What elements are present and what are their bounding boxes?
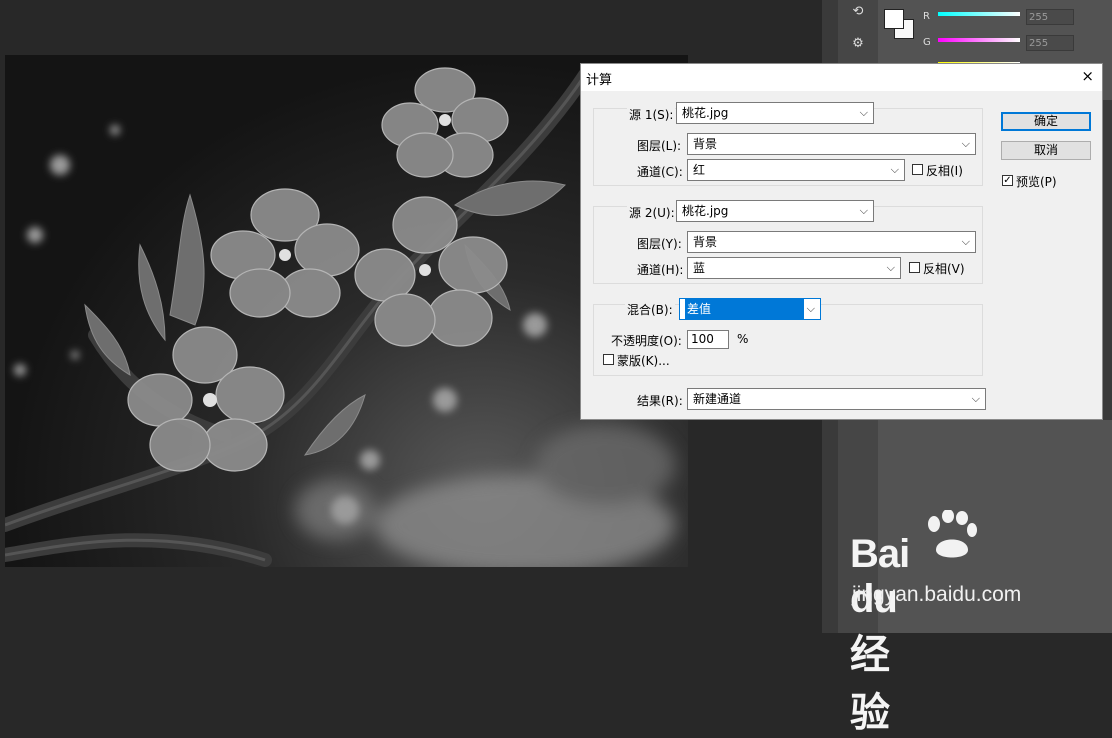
history-icon[interactable]: ⟲	[842, 0, 874, 24]
green-value-field[interactable]: 255	[1026, 35, 1074, 51]
watermark-logo-text: Bai du 经验	[850, 532, 910, 735]
chevron-down-icon: ⌵	[806, 302, 815, 315]
source1-invert-label: 反相(I)	[926, 164, 963, 178]
source2-invert-checkbox[interactable]	[909, 262, 920, 273]
blend-mode-select[interactable]: 差值 ⌵	[679, 298, 821, 320]
source2-file-value: 桃花.jpg	[682, 204, 729, 218]
blend-mode-value: 差值	[685, 299, 804, 319]
source1-channel-label: 通道(C):	[637, 165, 683, 179]
preview-checkbox[interactable]: ✓	[1002, 175, 1013, 186]
chevron-down-icon: ⌵	[859, 204, 868, 217]
source1-file-select[interactable]: 桃花.jpg ⌵	[676, 102, 874, 124]
source2-label: 源 2(U):	[627, 204, 677, 221]
opacity-label: 不透明度(O):	[611, 334, 682, 348]
chevron-down-icon: ⌵	[890, 163, 899, 176]
mask-label[interactable]: 蒙版(K)...	[617, 352, 670, 369]
source1-channel-select[interactable]: 红 ⌵	[687, 159, 905, 181]
opacity-input[interactable]: 100	[687, 330, 729, 349]
opacity-unit: %	[737, 332, 749, 346]
cancel-button[interactable]: 取消	[1001, 141, 1091, 160]
result-select[interactable]: 新建通道 ⌵	[687, 388, 986, 410]
calculations-dialog: 计算 × 源 1(S): 桃花.jpg ⌵ 图层(L): 背景 ⌵ 通道(C):…	[580, 63, 1103, 420]
red-slider[interactable]	[938, 12, 1020, 16]
watermark-url: jingyan.baidu.com	[852, 583, 1022, 606]
ok-button[interactable]: 确定	[1001, 112, 1091, 131]
chevron-down-icon: ⌵	[859, 106, 868, 119]
blend-label: 混合(B):	[625, 301, 675, 318]
preview-label: 预览(P)	[1016, 175, 1057, 189]
source1-layer-value: 背景	[693, 137, 718, 151]
green-slider[interactable]	[938, 38, 1020, 42]
chevron-down-icon: ⌵	[961, 235, 970, 248]
mask-checkbox[interactable]	[603, 354, 614, 365]
close-icon[interactable]: ×	[1081, 67, 1094, 85]
source1-layer-select[interactable]: 背景 ⌵	[687, 133, 976, 155]
source2-layer-select[interactable]: 背景 ⌵	[687, 231, 976, 253]
source2-file-select[interactable]: 桃花.jpg ⌵	[676, 200, 874, 222]
source1-invert-checkbox[interactable]	[912, 164, 923, 175]
source1-layer-label: 图层(L):	[637, 139, 682, 153]
red-channel-label: R	[923, 11, 930, 22]
chevron-down-icon: ⌵	[971, 392, 980, 405]
chevron-down-icon: ⌵	[961, 137, 970, 150]
green-channel-label: G	[923, 37, 931, 48]
chevron-down-icon: ⌵	[886, 261, 895, 274]
source2-channel-select[interactable]: 蓝 ⌵	[687, 257, 901, 279]
source2-invert-label: 反相(V)	[923, 262, 965, 276]
source1-label: 源 1(S):	[627, 106, 676, 123]
source2-layer-label: 图层(Y):	[637, 237, 682, 251]
red-value-field[interactable]: 255	[1026, 9, 1074, 25]
dialog-titlebar[interactable]: 计算 ×	[581, 64, 1102, 91]
foreground-color-swatch[interactable]	[884, 9, 904, 29]
properties-icon[interactable]: ⚙	[842, 32, 874, 56]
source2-channel-value: 蓝	[693, 261, 706, 275]
result-value: 新建通道	[693, 392, 742, 406]
source2-layer-value: 背景	[693, 235, 718, 249]
source2-channel-label: 通道(H):	[637, 263, 684, 277]
source1-file-value: 桃花.jpg	[682, 106, 729, 120]
dialog-title: 计算	[586, 73, 613, 88]
paw-logo-icon	[928, 510, 977, 558]
source1-channel-value: 红	[693, 163, 706, 177]
result-label: 结果(R):	[637, 394, 683, 408]
